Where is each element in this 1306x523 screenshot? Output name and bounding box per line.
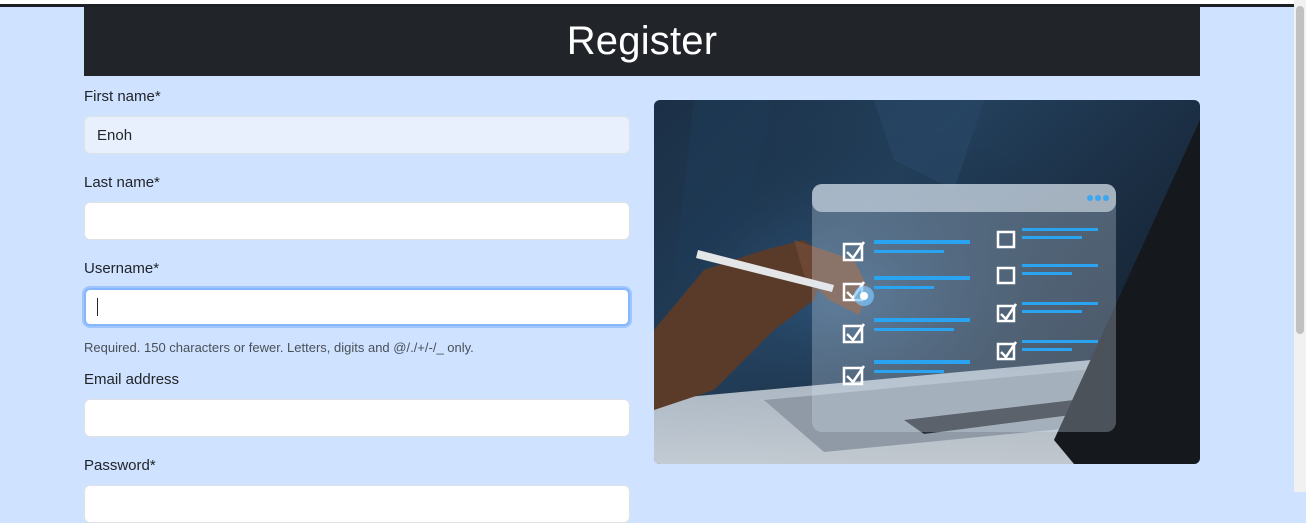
- email-input[interactable]: [84, 399, 630, 437]
- last-name-label: Last name*: [84, 174, 160, 191]
- text-cursor: [97, 298, 98, 316]
- first-name-label: First name*: [84, 88, 161, 105]
- username-input-wrapper: [84, 288, 630, 326]
- email-label: Email address: [84, 371, 180, 388]
- password-label: Password*: [84, 457, 156, 474]
- hero-image: [654, 100, 1200, 464]
- password-input[interactable]: [84, 485, 630, 523]
- first-name-input[interactable]: [84, 116, 630, 154]
- username-input[interactable]: [84, 288, 630, 326]
- checklist-laptop-illustration-icon: [654, 100, 1200, 464]
- page-title: Register: [566, 19, 718, 63]
- vertical-scrollbar[interactable]: [1294, 0, 1306, 492]
- username-help-text: Required. 150 characters or fewer. Lette…: [84, 340, 474, 355]
- scrollbar-thumb[interactable]: [1296, 6, 1304, 334]
- username-label: Username*: [84, 260, 160, 277]
- page-header: Register: [84, 7, 1200, 76]
- last-name-input[interactable]: [84, 202, 630, 240]
